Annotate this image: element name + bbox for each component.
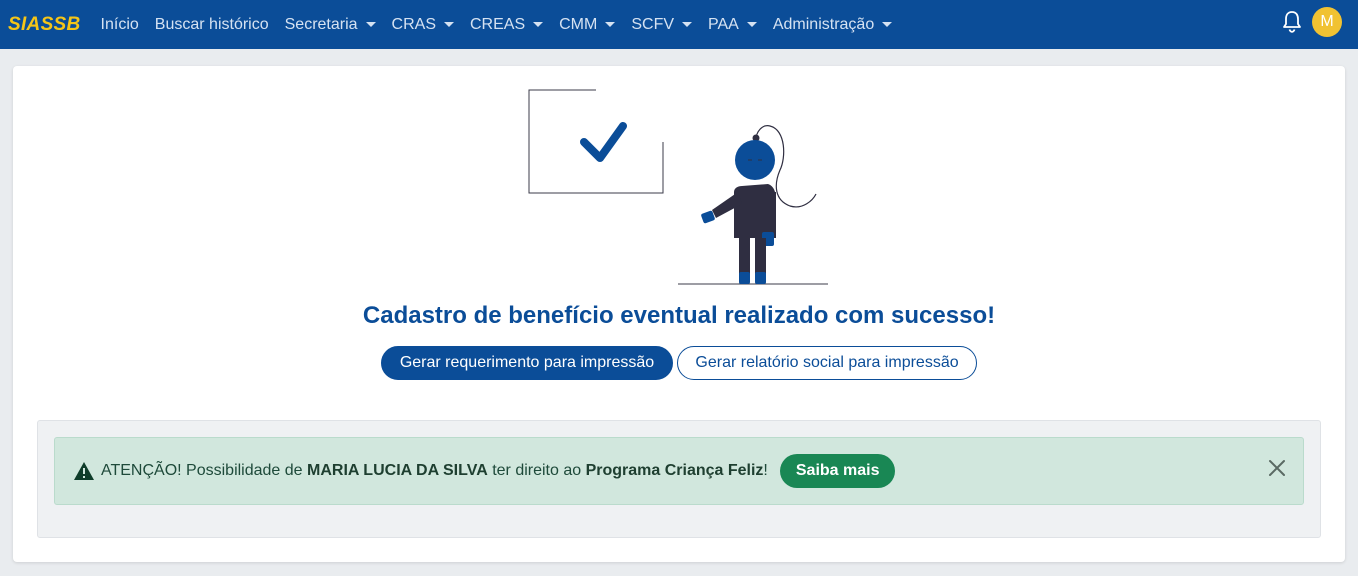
nav-item-administracao[interactable]: Administração <box>765 16 900 34</box>
alert-suffix-text: ! <box>763 462 768 479</box>
alert-program-name: Programa Criança Feliz <box>585 462 764 479</box>
nav-item-cras[interactable]: CRAS <box>384 16 462 34</box>
nav-item-secretaria[interactable]: Secretaria <box>277 16 384 34</box>
caret-down-icon <box>533 22 544 27</box>
nav-label: Administração <box>772 15 875 33</box>
nav-label: Buscar histórico <box>154 15 269 33</box>
alert-prefix-text: ATENÇÃO! Possibilidade de <box>101 462 308 479</box>
nav-label: Secretaria <box>284 15 358 33</box>
learn-more-button[interactable]: Saiba mais <box>779 454 896 488</box>
caret-down-icon <box>365 22 376 27</box>
nav-label: SCFV <box>631 15 675 33</box>
caret-down-icon <box>746 22 757 27</box>
success-message: Cadastro de benefício eventual realizado… <box>362 302 996 329</box>
nav-item-cmm[interactable]: CMM <box>551 16 623 34</box>
bell-icon[interactable] <box>1281 10 1303 34</box>
main-card: Cadastro de benefício eventual realizado… <box>13 66 1345 562</box>
nav-item-scfv[interactable]: SCFV <box>623 16 700 34</box>
nav-item-paa[interactable]: PAA <box>700 16 765 34</box>
alert-middle-text: ter direito ao <box>487 462 586 479</box>
success-illustration <box>528 89 828 285</box>
nav-menu: Início Buscar histórico Secretaria CRAS … <box>93 16 901 34</box>
nav-item-buscar-historico[interactable]: Buscar histórico <box>147 16 277 34</box>
nav-label: CMM <box>559 15 598 33</box>
caret-down-icon <box>444 22 454 27</box>
nav-label: CRAS <box>391 15 436 33</box>
caret-down-icon <box>882 22 893 27</box>
top-navbar: SIASSB Início Buscar histórico Secretari… <box>0 0 1358 49</box>
eligibility-alert: ATENÇÃO! Possibilidade de MARIA LUCIA DA… <box>54 437 1304 505</box>
alert-person-name: MARIA LUCIA DA SILVA <box>307 462 488 479</box>
warning-triangle-icon <box>74 462 94 480</box>
notifications-panel: ATENÇÃO! Possibilidade de MARIA LUCIA DA… <box>37 420 1321 538</box>
brand-logo[interactable]: SIASSB <box>8 14 81 36</box>
caret-down-icon <box>682 22 693 27</box>
generate-social-report-button[interactable]: Gerar relatório social para impressão <box>677 346 977 380</box>
caret-down-icon <box>605 22 616 27</box>
nav-label: PAA <box>708 15 739 33</box>
close-icon[interactable] <box>1267 458 1287 478</box>
nav-label: Início <box>100 15 139 33</box>
nav-item-inicio[interactable]: Início <box>93 16 147 34</box>
generate-request-button[interactable]: Gerar requerimento para impressão <box>381 346 673 380</box>
nav-label: CREAS <box>470 15 526 33</box>
user-avatar[interactable]: M <box>1312 7 1342 37</box>
nav-item-creas[interactable]: CREAS <box>462 16 551 34</box>
